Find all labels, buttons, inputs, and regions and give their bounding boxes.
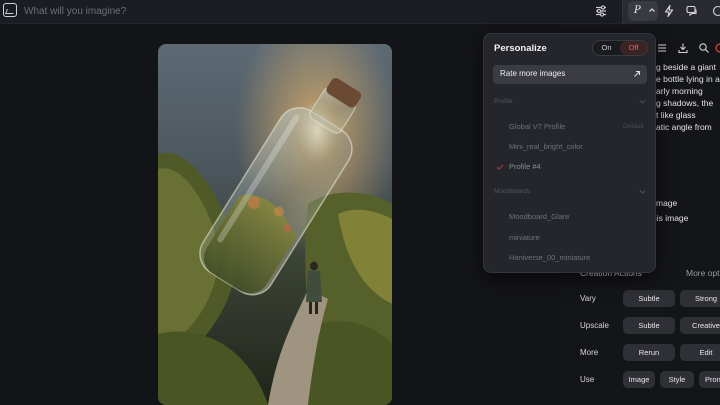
use-style-button[interactable]: Style	[660, 371, 694, 388]
delete-icon[interactable]	[714, 42, 720, 54]
moodboard-item[interactable]: Haniverse_00_miniature	[509, 253, 590, 262]
moodboard-item[interactable]: Moodboard_Glare	[509, 212, 569, 221]
rate-more-images-button[interactable]: Rate more images	[493, 65, 647, 84]
prompt-line: g shadows, the	[656, 98, 714, 108]
upscale-creative-button[interactable]: Creative	[680, 317, 720, 334]
moodboard-group-label: Moodboards	[494, 188, 531, 195]
upscale-subtle-button[interactable]: Subtle	[623, 317, 675, 334]
lightning-icon[interactable]	[662, 4, 676, 18]
chevron-down-icon[interactable]	[639, 98, 646, 105]
profile-group-label: Profile	[494, 98, 513, 105]
moodboard-item[interactable]: miniature	[509, 233, 540, 242]
generated-image[interactable]	[158, 44, 392, 405]
personalize-popover: Personalize On Off Rate more images Prof…	[483, 33, 656, 273]
chat-icon[interactable]	[685, 4, 699, 18]
personalize-toggle[interactable]: On Off	[592, 40, 648, 56]
prompt-line: t like glass	[656, 110, 696, 120]
profile-item[interactable]: Global V7 Profile	[509, 122, 565, 131]
prompt-line: e bottle lying in a	[656, 74, 720, 84]
toggle-on-option[interactable]: On	[593, 41, 620, 55]
use-image-option[interactable]: mage	[656, 197, 677, 209]
settings-sliders-icon[interactable]	[594, 4, 608, 18]
rerun-button[interactable]: Rerun	[623, 344, 675, 361]
use-this-image-option[interactable]: his image	[652, 212, 688, 224]
prompt-line: g beside a giant	[656, 62, 717, 72]
upscale-label: Upscale	[580, 321, 609, 330]
more-options-link[interactable]: More opti	[686, 268, 720, 278]
use-label: Use	[580, 375, 595, 384]
more-label: More	[580, 348, 599, 357]
use-prompt-button[interactable]: Prom	[699, 371, 720, 388]
vary-subtle-button[interactable]: Subtle	[623, 290, 675, 307]
check-icon	[496, 164, 504, 171]
use-image-button[interactable]: Image	[623, 371, 655, 388]
download-icon[interactable]	[677, 42, 689, 54]
list-icon[interactable]	[656, 42, 668, 54]
default-tag: Default	[623, 123, 644, 130]
prompt-line: atic angle from	[656, 122, 712, 132]
profile-item[interactable]: Mini_real_bright_color	[509, 142, 583, 151]
vary-strong-button[interactable]: Strong	[680, 290, 720, 307]
profile-icon[interactable]	[711, 4, 720, 18]
vary-label: Vary	[580, 294, 596, 303]
toggle-off-option[interactable]: Off	[620, 41, 647, 55]
miniature-bottle-image	[158, 44, 392, 405]
search-icon[interactable]	[698, 42, 710, 54]
edit-button[interactable]: Edit	[680, 344, 720, 361]
profile-item-selected[interactable]: Profile #4	[509, 162, 541, 171]
prompt-line: arly morning	[656, 86, 703, 96]
prompt-input[interactable]	[24, 2, 584, 20]
rate-button-label: Rate more images	[500, 69, 566, 78]
chevron-down-icon[interactable]	[639, 188, 646, 195]
top-bar: P	[0, 0, 720, 24]
external-arrow-icon	[634, 70, 641, 77]
chevron-up-icon[interactable]	[648, 6, 656, 14]
popover-title: Personalize	[494, 43, 547, 54]
image-upload-icon[interactable]	[3, 3, 17, 17]
